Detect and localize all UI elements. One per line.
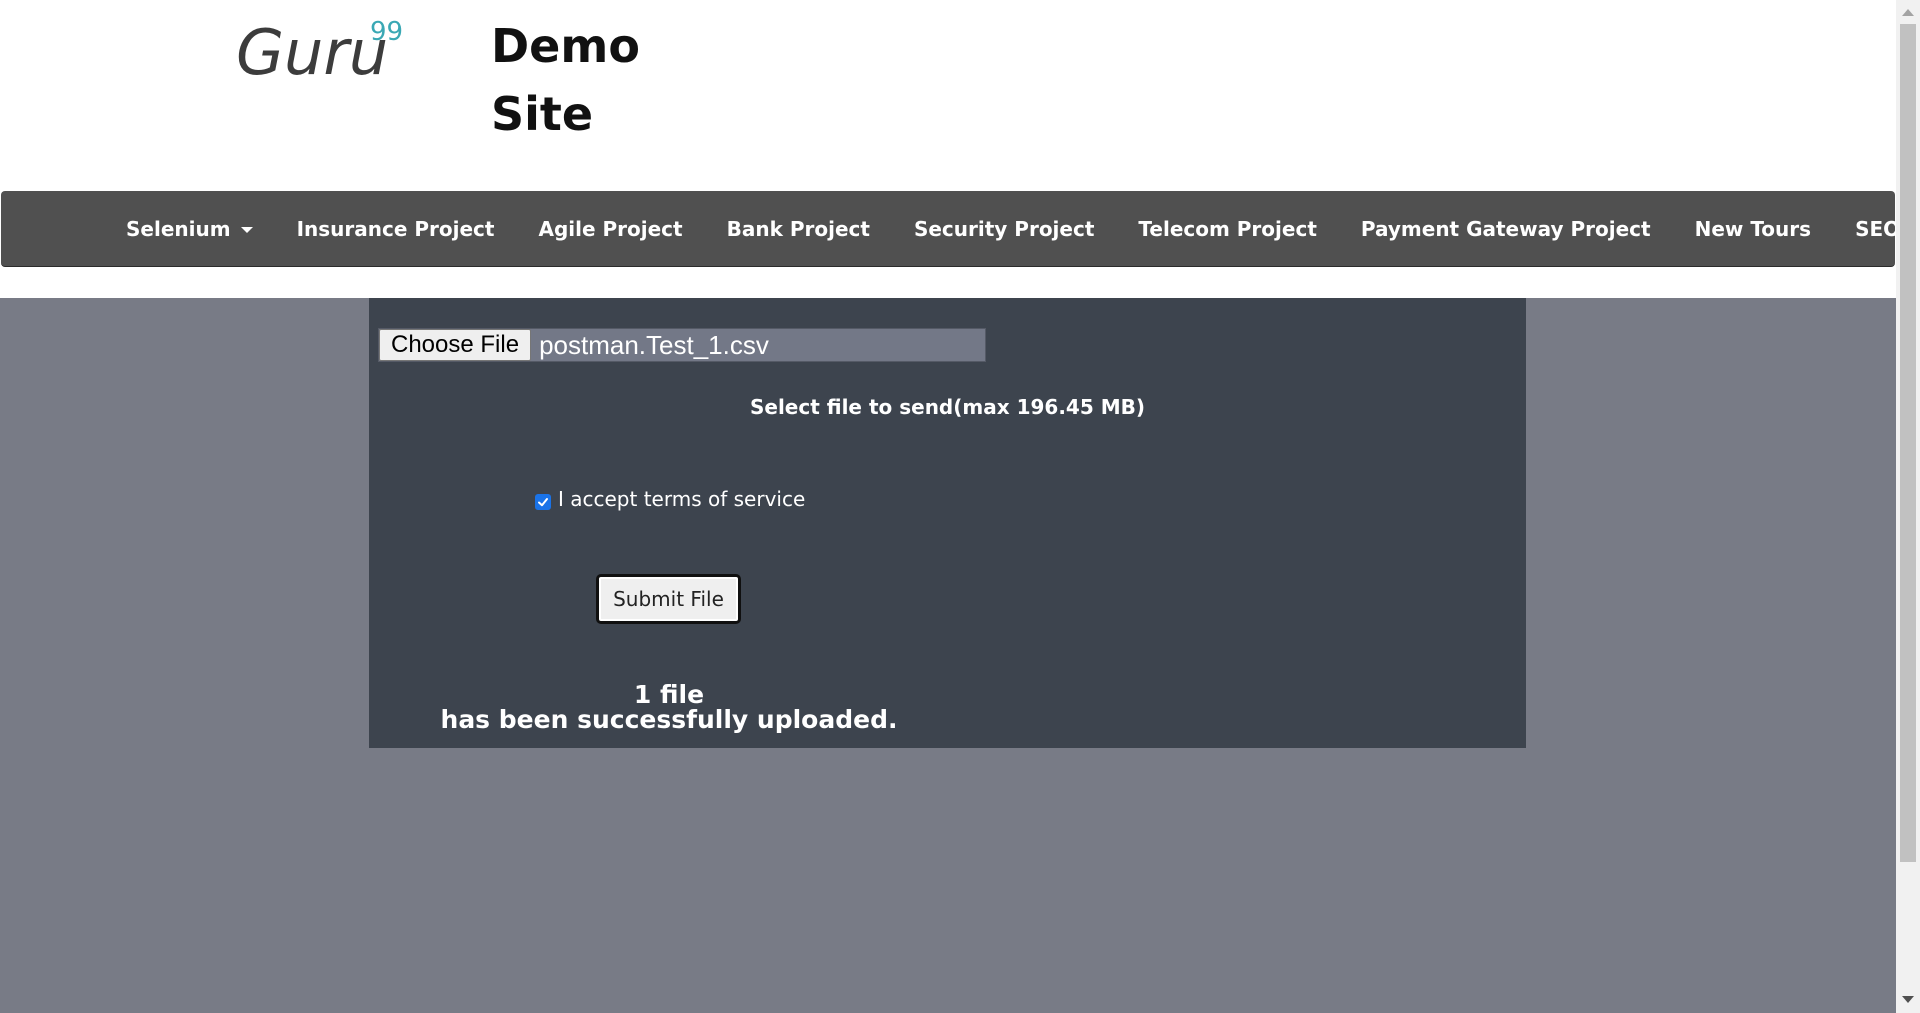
upload-panel bbox=[369, 298, 1526, 748]
nav-item-label: SEO bbox=[1855, 216, 1901, 241]
upload-hint: Select file to send(max 196.45 MB) bbox=[749, 395, 1146, 419]
upload-result-message: 1 file has been successfully uploaded. bbox=[369, 682, 969, 732]
terms-label[interactable]: I accept terms of service bbox=[558, 487, 805, 511]
logo-text: Guru bbox=[236, 16, 388, 86]
scroll-up-arrow-icon[interactable] bbox=[1902, 9, 1914, 16]
vertical-scrollbar[interactable] bbox=[1896, 0, 1920, 1013]
nav-item-label: Payment Gateway Project bbox=[1360, 216, 1651, 241]
page: Guru 99 Demo Site Selenium Insurance Pro… bbox=[0, 0, 1920, 1013]
nav-item-label: Security Project bbox=[913, 216, 1095, 241]
nav-item-label: Bank Project bbox=[726, 216, 870, 241]
result-line1: 1 file bbox=[633, 680, 705, 709]
submit-file-button[interactable]: Submit File bbox=[596, 574, 741, 624]
checkmark-icon bbox=[538, 498, 548, 507]
nav-item-label: Selenium bbox=[126, 216, 231, 241]
logo-superscript: 99 bbox=[370, 17, 403, 47]
file-input[interactable]: Choose File postman.Test_1.csv bbox=[378, 328, 986, 362]
nav-item-selenium[interactable]: Selenium bbox=[104, 217, 275, 241]
guru99-logo[interactable]: Guru 99 bbox=[234, 8, 414, 86]
site-title: Demo Site bbox=[491, 12, 640, 148]
terms-row: I accept terms of service bbox=[535, 487, 805, 511]
terms-checkbox[interactable] bbox=[535, 494, 551, 510]
nav-item-telecom-project[interactable]: Telecom Project bbox=[1116, 217, 1338, 241]
scrollbar-thumb[interactable] bbox=[1900, 24, 1916, 862]
nav-item-agile-project[interactable]: Agile Project bbox=[516, 217, 704, 241]
selected-file-name: postman.Test_1.csv bbox=[539, 329, 769, 360]
choose-file-button[interactable]: Choose File bbox=[379, 329, 532, 361]
nav-item-new-tours[interactable]: New Tours bbox=[1673, 217, 1833, 241]
nav-item-label: Telecom Project bbox=[1138, 216, 1317, 241]
result-line2: has been successfully uploaded. bbox=[440, 705, 898, 734]
nav-item-insurance-project[interactable]: Insurance Project bbox=[275, 217, 517, 241]
nav-item-security-project[interactable]: Security Project bbox=[892, 217, 1116, 241]
logo-graphic: Guru 99 bbox=[236, 16, 403, 86]
nav-item-label: New Tours bbox=[1694, 216, 1812, 241]
nav-item-payment-gateway-project[interactable]: Payment Gateway Project bbox=[1339, 217, 1673, 241]
nav-item-label: Agile Project bbox=[538, 216, 683, 241]
nav-item-bank-project[interactable]: Bank Project bbox=[705, 217, 892, 241]
nav-item-label: Insurance Project bbox=[296, 216, 495, 241]
caret-down-icon bbox=[240, 226, 253, 233]
scroll-down-arrow-icon[interactable] bbox=[1902, 996, 1914, 1003]
site-title-line1: Demo bbox=[491, 19, 640, 73]
main-navbar: Selenium Insurance Project Agile Project… bbox=[1, 191, 1920, 267]
site-title-line2: Site bbox=[491, 87, 594, 141]
